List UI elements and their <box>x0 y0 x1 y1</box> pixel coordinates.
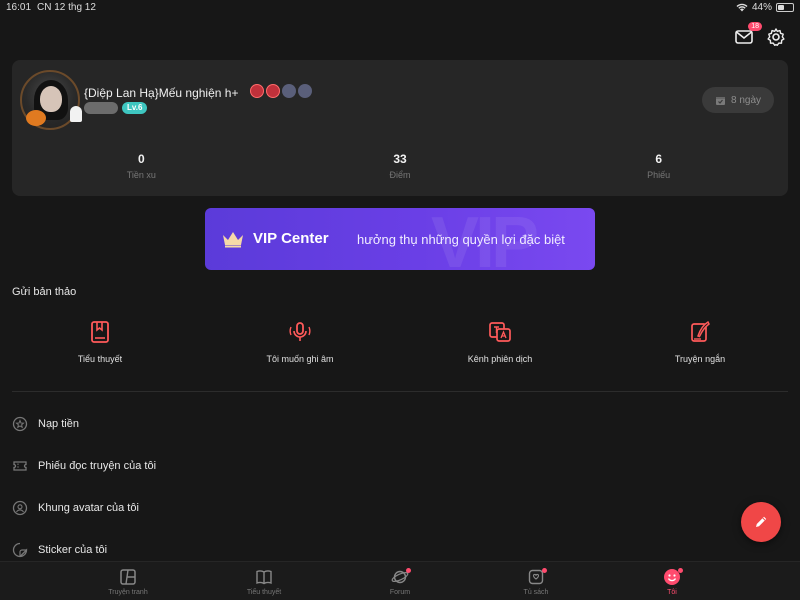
nav-forum[interactable]: Forum <box>332 562 468 600</box>
stat-value: 33 <box>393 152 407 166</box>
header-actions: 18 <box>734 22 786 47</box>
sticker-icon <box>12 542 28 558</box>
drafts-grid: Tiểu thuyết Tôi muốn ghi âm Kênh phiên d… <box>0 320 800 364</box>
status-right: 44% <box>736 2 794 13</box>
drafts-title: Gửi bản thảo <box>12 286 77 298</box>
moon-face-icon <box>298 84 312 98</box>
checkin-button[interactable]: 8 ngày <box>702 87 774 113</box>
nav-comics[interactable]: Truyện tranh <box>60 562 196 600</box>
draft-label: Truyện ngắn <box>674 354 726 364</box>
draft-label: Tôi muốn ghi âm <box>266 354 334 364</box>
divider <box>12 391 788 392</box>
microphone-icon <box>289 322 311 341</box>
open-book-icon <box>256 570 272 585</box>
nav-label: Truyện tranh <box>108 589 148 596</box>
profile-card[interactable]: 8 ngày 0 Tiền xu 33 Điểm 6 Phiếu <box>12 60 788 196</box>
battery-icon <box>776 3 794 12</box>
nav-label: Tôi <box>667 589 677 596</box>
mail-badge: 18 <box>748 22 762 31</box>
stat-label: Phiếu <box>647 170 671 180</box>
nav-label: Tủ sách <box>523 589 549 596</box>
pumpkin-decoration <box>26 110 46 126</box>
status-date: CN 12 thg 12 <box>37 2 96 13</box>
book-icon <box>91 321 109 343</box>
draft-novel[interactable]: Tiểu thuyết <box>0 320 200 364</box>
menu-label: Sticker của tôi <box>38 544 108 556</box>
avatar-frame-icon <box>12 500 28 516</box>
user-badges: Lv.6 <box>84 102 148 114</box>
nav-me[interactable]: Tôi <box>604 562 740 600</box>
menu-reading-tickets[interactable]: Phiếu đọc truyện của tôi <box>12 456 788 476</box>
nav-label: Tiểu thuyết <box>246 589 282 596</box>
vip-subtitle: hưởng thụ những quyền lợi đặc biệt <box>357 232 565 247</box>
mail-button[interactable]: 18 <box>734 22 762 47</box>
moon-face-icon <box>282 84 296 98</box>
comic-panel-icon <box>120 569 136 585</box>
checkin-days: 8 ngày <box>730 94 762 106</box>
menu-stickers[interactable]: Sticker của tôi <box>12 540 788 560</box>
ghost-decoration <box>70 106 82 122</box>
stat-label: Điểm <box>389 170 411 180</box>
stat-coins[interactable]: 0 Tiền xu <box>12 152 271 180</box>
draft-record[interactable]: Tôi muốn ghi âm <box>200 320 400 364</box>
stat-value: 0 <box>137 152 145 166</box>
nav-label: Forum <box>389 589 411 596</box>
stat-label: Tiền xu <box>126 170 156 180</box>
menu-avatar-frame[interactable]: Khung avatar của tôi <box>12 498 788 518</box>
18-plus-icon <box>250 84 264 98</box>
translate-icon <box>489 322 511 342</box>
battery-percent: 44% <box>751 2 772 13</box>
username-emojis <box>250 84 312 98</box>
profile-stats: 0 Tiền xu 33 Điểm 6 Phiếu <box>12 152 788 180</box>
wifi-icon <box>736 3 748 12</box>
draft-translate[interactable]: Kênh phiên dịch <box>400 320 600 364</box>
calendar-icon <box>715 96 725 105</box>
username: {Diệp Lan Hạ}Mếu nghiện h+ <box>84 86 239 100</box>
vip-title: VIP Center <box>253 230 329 247</box>
18-plus-icon <box>266 84 280 98</box>
quill-icon <box>691 320 710 342</box>
status-bar: 16:01 CN 12 thg 12 44% <box>0 0 800 16</box>
vip-rank-badge[interactable] <box>84 102 118 114</box>
avatar[interactable] <box>20 70 82 130</box>
notification-dot <box>542 568 547 573</box>
vip-center-banner[interactable]: VIP VIP Center hưởng thụ những quyền lợi… <box>205 208 595 270</box>
stat-points[interactable]: 33 Điểm <box>271 152 530 180</box>
draft-short-story[interactable]: Truyện ngắn <box>600 320 800 364</box>
nav-novels[interactable]: Tiểu thuyết <box>196 562 332 600</box>
stat-value: 6 <box>655 152 663 166</box>
menu-label: Phiếu đọc truyện của tôi <box>38 460 157 472</box>
bottom-nav: Truyện tranh Tiểu thuyết Forum Tủ sách T… <box>0 561 800 600</box>
pencil-icon <box>756 516 767 527</box>
nav-bookshelf[interactable]: Tủ sách <box>468 562 604 600</box>
notification-dot <box>678 568 683 573</box>
gear-icon[interactable] <box>766 27 786 47</box>
coin-icon <box>12 416 28 432</box>
stat-tickets[interactable]: 6 Phiếu <box>529 152 788 180</box>
menu-label: Khung avatar của tôi <box>38 502 139 514</box>
level-badge[interactable]: Lv.6 <box>122 102 148 114</box>
status-time: 16:01 <box>6 2 32 13</box>
draft-label: Kênh phiên dịch <box>467 354 533 364</box>
ticket-icon <box>13 461 27 471</box>
crown-icon <box>223 232 243 248</box>
draft-label: Tiểu thuyết <box>77 354 123 364</box>
menu-recharge[interactable]: Nạp tiền <box>12 414 788 434</box>
notification-dot <box>406 568 411 573</box>
write-fab-button[interactable] <box>741 502 781 542</box>
menu-label: Nạp tiền <box>38 418 79 430</box>
